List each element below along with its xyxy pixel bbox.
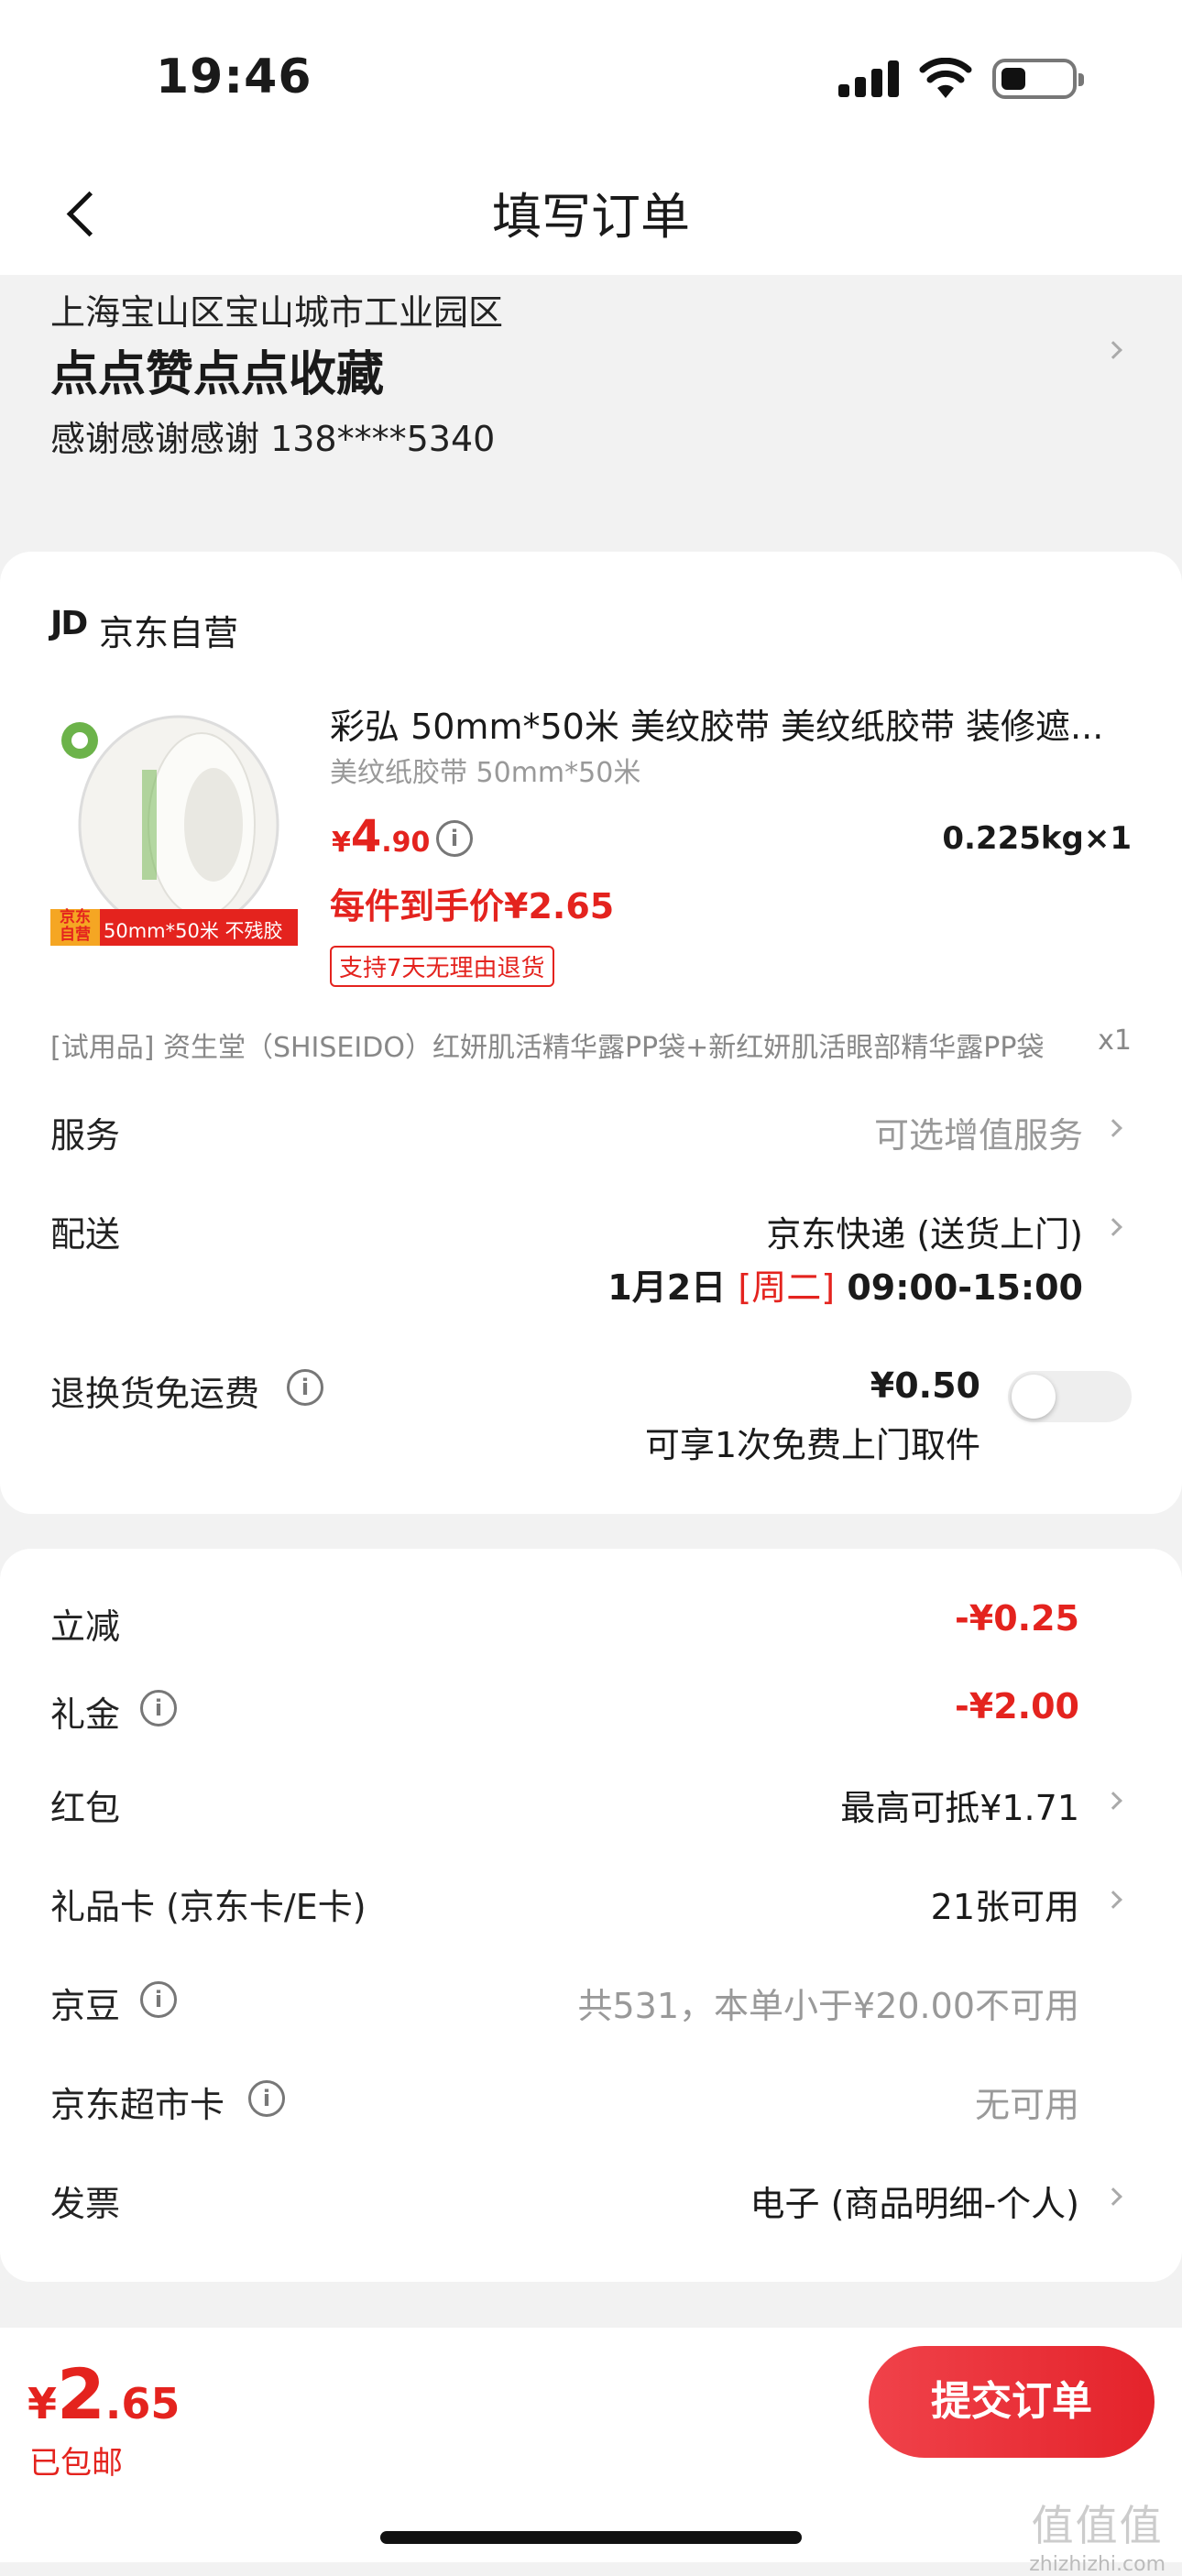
status-bar: 19:46	[0, 0, 1182, 156]
gift-card-label: 礼品卡 (京东卡/E卡)	[50, 1887, 367, 1927]
battery-icon	[992, 59, 1084, 99]
delivery-time: 1月2日 [周二] 09:00-15:00	[607, 1267, 1083, 1308]
jd-self-operated-badge: 京东 自营	[60, 908, 91, 944]
info-icon[interactable]: i	[248, 2080, 285, 2117]
address-region: 上海宝山区宝山城市工业园区	[50, 292, 504, 333]
return-policy-tag: 支持7天无理由退货	[330, 946, 554, 987]
red-packet-value: 最高可抵¥1.71	[840, 1788, 1079, 1828]
gift-card-value: 21张可用	[930, 1887, 1079, 1927]
supermarket-card-value: 无可用	[974, 2085, 1079, 2125]
product-price: ¥4.90	[332, 811, 431, 862]
invoice-label: 发票	[50, 2184, 121, 2224]
gift-money-label: 礼金	[50, 1694, 121, 1735]
return-shipping-label: 退换货免运费	[50, 1374, 260, 1414]
instant-discount-value: -¥0.25	[955, 1598, 1079, 1639]
trial-item-qty: x1	[1098, 1025, 1132, 1057]
chevron-right-icon	[1104, 341, 1122, 359]
shop-name: 京东自营	[99, 613, 239, 653]
delivery-label: 配送	[50, 1214, 121, 1255]
final-price: 每件到手价¥2.65	[330, 886, 615, 926]
return-shipping-desc: 可享1次免费上门取件	[644, 1425, 980, 1465]
product-image[interactable]: 京东 自营 50mm*50米 不残胶	[50, 696, 298, 953]
return-shipping-toggle[interactable]	[1008, 1371, 1132, 1422]
red-packet-label: 红包	[50, 1788, 121, 1828]
return-shipping-price: ¥0.50	[870, 1365, 980, 1406]
instant-discount-label: 立减	[50, 1606, 121, 1647]
info-icon[interactable]: i	[140, 1690, 177, 1726]
jd-logo: JD	[50, 605, 88, 642]
info-icon[interactable]: i	[436, 820, 473, 857]
jd-beans-label: 京豆	[50, 1986, 121, 2026]
submit-order-button[interactable]: 提交订单	[869, 2346, 1155, 2458]
service-label: 服务	[50, 1115, 121, 1156]
info-icon[interactable]: i	[287, 1369, 323, 1406]
product-name[interactable]: 彩弘 50mm*50米 美纹胶带 美纹纸胶带 装修遮...	[330, 698, 1127, 749]
trial-item-text: [试用品] 资生堂（SHISEIDO）红妍肌活精华露PP袋+新红妍肌活眼部精华露…	[50, 1032, 1045, 1064]
gift-money-value: -¥2.00	[955, 1686, 1079, 1726]
info-icon[interactable]: i	[140, 1981, 177, 2018]
delivery-method: 京东快递 (送货上门)	[766, 1214, 1083, 1255]
wifi-icon	[919, 58, 972, 98]
supermarket-card-label: 京东超市卡	[50, 2085, 225, 2125]
jd-beans-value: 共531，本单小于¥20.00不可用	[577, 1986, 1080, 2026]
product-spec: 美纹纸胶带 50mm*50米	[330, 757, 641, 789]
invoice-value: 电子 (商品明细-个人)	[750, 2184, 1079, 2224]
product-image-caption: 50mm*50米 不残胶	[104, 920, 283, 942]
bottom-bar: ¥2.65 已包邮 提交订单 值值值 zhizhizhi.com	[0, 2328, 1182, 2576]
status-time: 19:46	[156, 49, 312, 104]
watermark: 值值值 zhizhizhi.com	[1029, 2501, 1166, 2576]
free-shipping-label: 已包邮	[29, 2445, 123, 2482]
cellular-signal-icon	[838, 60, 901, 97]
address-recipient: 点点赞点点收藏	[50, 347, 385, 402]
product-weight-qty: 0.225kg×1	[942, 820, 1132, 857]
home-indicator[interactable]	[380, 2531, 802, 2544]
total-price: ¥2.65	[27, 2353, 181, 2435]
address-contact: 感谢感谢感谢 138****5340	[50, 419, 496, 459]
service-value: 可选增值服务	[873, 1115, 1083, 1156]
address-card[interactable]: 上海宝山区宝山城市工业园区 点点赞点点收藏 感谢感谢感谢 138****5340	[0, 156, 1182, 518]
